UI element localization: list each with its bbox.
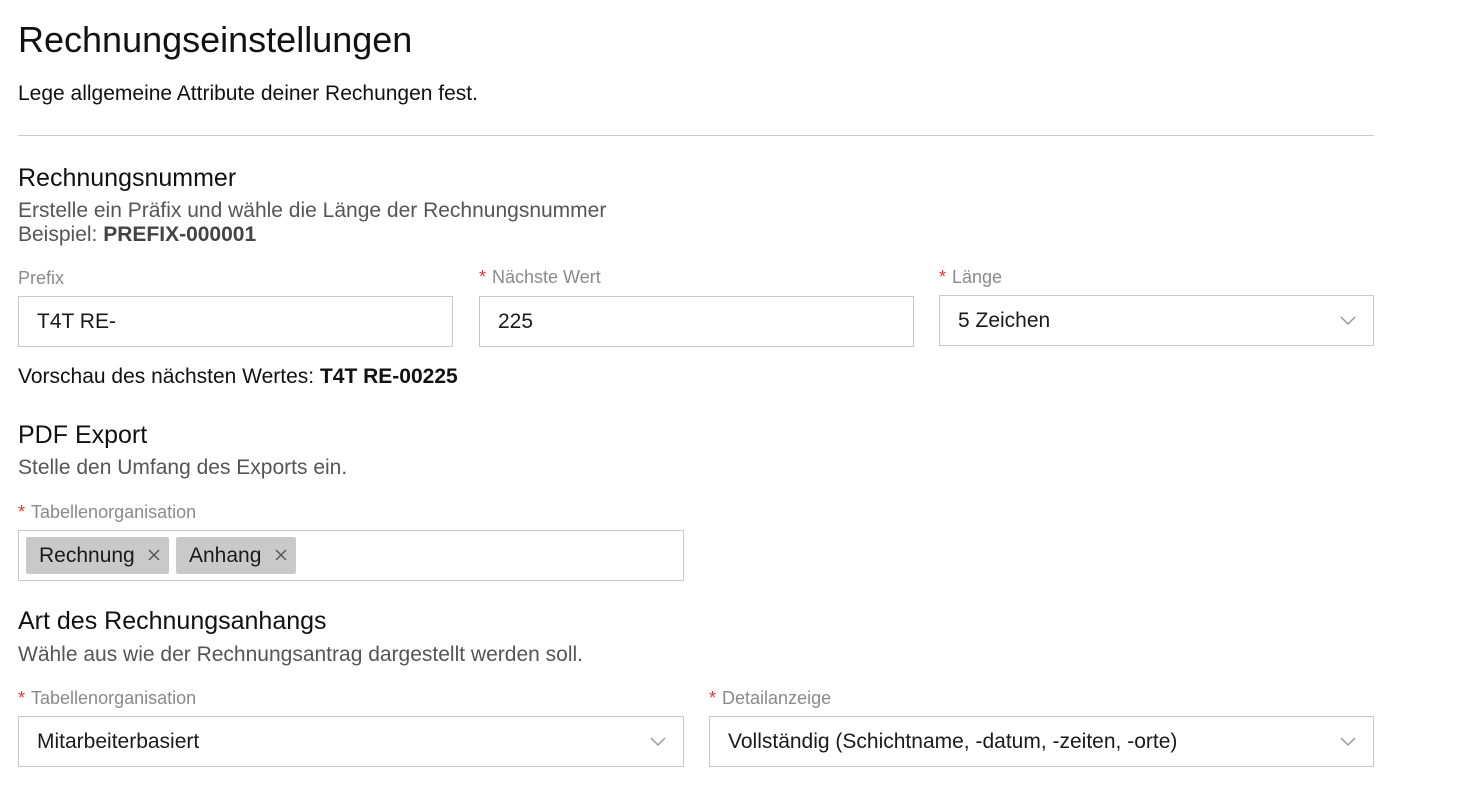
pdf-table-organisation-label: * Tabellenorganisation (18, 501, 196, 523)
next-value-label: * Nächste Wert (479, 266, 601, 288)
tag-label: Anhang (189, 544, 262, 567)
tag-anhang: Anhang (176, 537, 296, 574)
preview-label: Vorschau des nächsten Wertes: (18, 365, 315, 388)
section-description-attachment-type: Wähle aus wie der Rechnungsantrag darges… (18, 643, 583, 666)
section-description-pdf-export: Stelle den Umfang des Exports ein. (18, 456, 348, 479)
attachment-table-organisation-label-text: Tabellenorganisation (31, 688, 197, 708)
required-mark: * (479, 267, 487, 287)
close-icon[interactable] (147, 548, 161, 562)
page-title: Rechnungseinstellungen (18, 19, 413, 60)
chevron-down-icon (650, 737, 666, 747)
attachment-table-organisation-value: Mitarbeiterbasiert (37, 730, 200, 753)
tag-rechnung: Rechnung (26, 537, 169, 574)
required-mark: * (18, 502, 26, 522)
example-label: Beispiel: (18, 223, 98, 246)
required-mark: * (709, 688, 717, 708)
length-label-text: Länge (952, 267, 1003, 287)
detail-view-value: Vollständig (Schichtname, -datum, -zeite… (728, 730, 1178, 753)
chevron-down-icon (1340, 737, 1356, 747)
preview-value: T4T RE-00225 (319, 365, 458, 388)
section-title-pdf-export: PDF Export (18, 421, 148, 449)
attachment-table-organisation-select[interactable]: Mitarbeiterbasiert (18, 716, 684, 767)
section-description-invoice-number: Erstelle ein Präfix und wähle die Länge … (18, 199, 607, 222)
length-select[interactable]: 5 Zeichen (939, 295, 1374, 346)
pdf-table-organisation-label-text: Tabellenorganisation (31, 502, 197, 522)
required-mark: * (939, 267, 947, 287)
close-icon[interactable] (274, 548, 288, 562)
length-select-value: 5 Zeichen (958, 309, 1051, 332)
tag-label: Rechnung (39, 544, 135, 567)
prefix-input[interactable] (18, 296, 453, 347)
next-value-input[interactable] (479, 296, 914, 347)
section-title-attachment-type: Art des Rechnungsanhangs (18, 607, 327, 635)
length-label: * Länge (939, 266, 1002, 288)
pdf-table-organisation-multiselect[interactable]: Rechnung Anhang (18, 530, 684, 581)
required-mark: * (18, 688, 26, 708)
page-subtitle: Lege allgemeine Attribute deiner Rechung… (18, 82, 478, 105)
attachment-table-organisation-label: * Tabellenorganisation (18, 687, 196, 709)
invoice-number-example: Beispiel: PREFIX-000001 (18, 223, 256, 247)
section-title-invoice-number: Rechnungsnummer (18, 164, 237, 192)
detail-view-label: * Detailanzeige (709, 687, 831, 709)
detail-view-select[interactable]: Vollständig (Schichtname, -datum, -zeite… (709, 716, 1374, 767)
divider (18, 135, 1374, 136)
next-value-preview: Vorschau des nächsten Wertes: T4T RE-002… (18, 364, 458, 390)
example-value: PREFIX-000001 (103, 223, 257, 246)
prefix-label: Prefix (18, 268, 65, 288)
detail-view-label-text: Detailanzeige (722, 688, 832, 708)
chevron-down-icon (1340, 316, 1356, 326)
next-value-label-text: Nächste Wert (492, 267, 601, 287)
